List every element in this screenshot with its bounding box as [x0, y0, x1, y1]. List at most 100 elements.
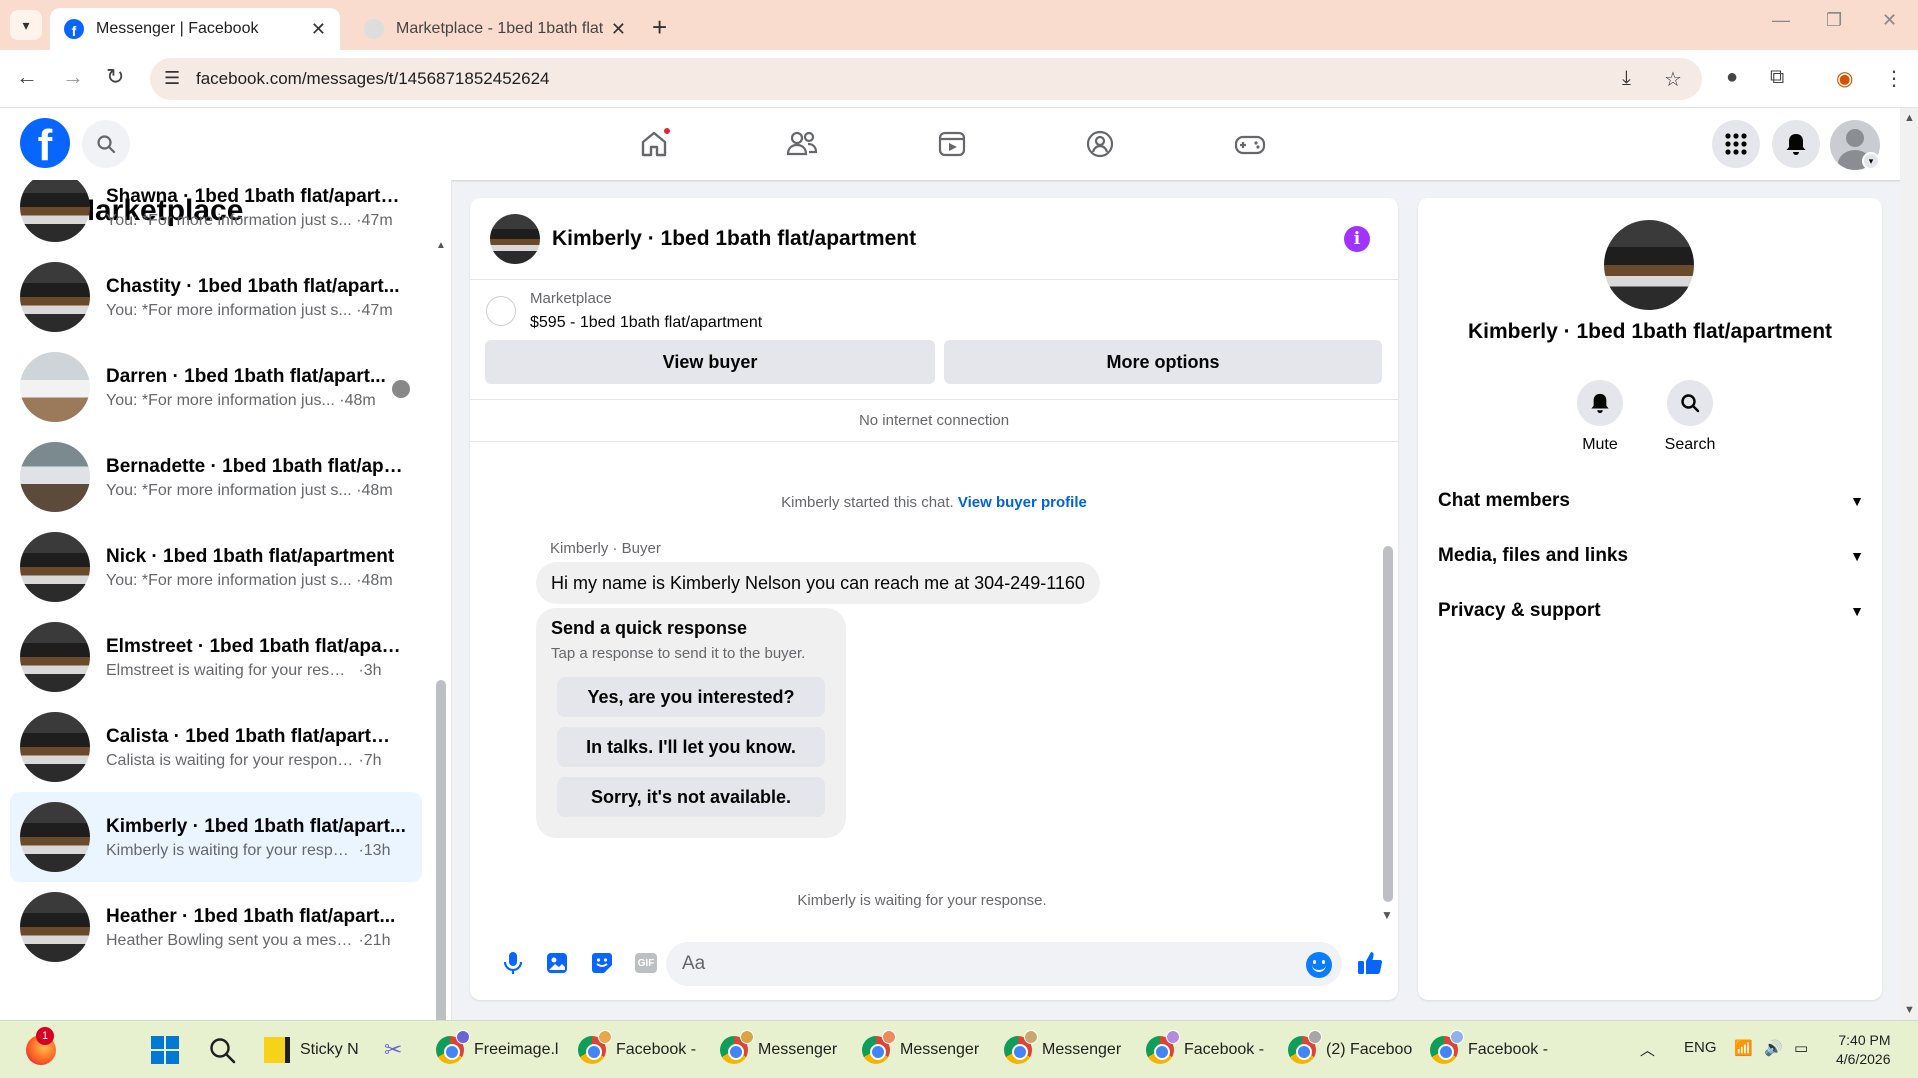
- quick-response-button[interactable]: In talks. I'll let you know.: [557, 727, 825, 767]
- listing-price-title[interactable]: $595 - 1bed 1bath flat/apartment: [530, 314, 762, 332]
- media-files-links-section[interactable]: Media, files and links ▼: [1438, 533, 1864, 579]
- more-options-button[interactable]: More options: [944, 340, 1382, 384]
- scroll-up-icon[interactable]: ▲: [436, 240, 446, 251]
- close-tab-icon[interactable]: ✕: [611, 19, 626, 40]
- chat-members-section[interactable]: Chat members ▼: [1438, 478, 1864, 524]
- taskbar-item-messenger[interactable]: Messenger: [862, 1030, 979, 1069]
- mute-action[interactable]: Mute: [1560, 380, 1640, 454]
- close-tab-icon[interactable]: ✕: [311, 19, 326, 40]
- search-action[interactable]: Search: [1650, 380, 1730, 454]
- taskbar-item-facebook[interactable]: Facebook -: [578, 1030, 696, 1069]
- volume-icon[interactable]: 🔊: [1764, 1039, 1783, 1057]
- chat-avatar[interactable]: [490, 214, 540, 264]
- quick-response-button[interactable]: Sorry, it's not available.: [557, 777, 825, 817]
- taskbar-item-facebook[interactable]: Facebook -: [1430, 1030, 1548, 1069]
- start-button[interactable]: [150, 1031, 180, 1069]
- nav-groups[interactable]: [1080, 126, 1120, 162]
- omnibox[interactable]: ☰ facebook.com/messages/t/14568718524526…: [150, 58, 1702, 100]
- avatar-head: [1846, 129, 1864, 147]
- chrome-icon: [1288, 1030, 1322, 1064]
- taskbar-item-sticky-notes[interactable]: Sticky N: [264, 1031, 359, 1069]
- taskbar-item-facebook[interactable]: Facebook -: [1146, 1030, 1265, 1069]
- emoji-icon[interactable]: [1306, 952, 1332, 978]
- bell-icon: [1786, 134, 1806, 155]
- extensions-puzzle-icon[interactable]: ⧉: [1770, 66, 1784, 89]
- wifi-icon[interactable]: 📶: [1734, 1039, 1753, 1057]
- facebook-logo-icon[interactable]: f: [20, 118, 70, 168]
- search-icon: [210, 1038, 236, 1064]
- taskbar-search-button[interactable]: [208, 1031, 236, 1069]
- conversation-time: ·7h: [358, 752, 382, 769]
- system-clock[interactable]: 7:40 PM 4/6/2026: [1836, 1031, 1891, 1069]
- scroll-up-icon[interactable]: ▲: [1904, 112, 1915, 124]
- nav-friends[interactable]: [782, 126, 822, 162]
- conversation-item[interactable]: Darren · 1bed 1bath flat/apart... You: *…: [10, 342, 422, 432]
- bookmark-star-icon[interactable]: ☆: [1664, 67, 1682, 92]
- nav-home[interactable]: [634, 126, 674, 162]
- nav-video[interactable]: [932, 126, 972, 162]
- view-buyer-profile-link[interactable]: View buyer profile: [958, 494, 1087, 511]
- language-indicator[interactable]: ENG: [1684, 1039, 1717, 1056]
- restore-icon[interactable]: ❐: [1826, 10, 1842, 31]
- taskbar-item-messenger[interactable]: Messenger: [720, 1030, 837, 1069]
- listing-thumbnail: [20, 712, 90, 782]
- install-app-icon[interactable]: ⤓: [1622, 67, 1631, 90]
- scrollbar-thumb[interactable]: [1383, 546, 1393, 902]
- chat-scrollbar[interactable]: ▼: [1380, 446, 1394, 922]
- minimize-icon[interactable]: —: [1772, 10, 1790, 31]
- scroll-down-icon[interactable]: ▼: [1904, 1004, 1915, 1016]
- browser-menu-icon[interactable]: ⋮: [1884, 66, 1904, 91]
- conversation-item[interactable]: Elmstreet · 1bed 1bath flat/apart... Elm…: [10, 612, 422, 702]
- quick-response-button[interactable]: Yes, are you interested?: [557, 677, 825, 717]
- new-tab-button[interactable]: +: [652, 12, 667, 43]
- menu-button[interactable]: [1712, 120, 1760, 168]
- attach-photo-button[interactable]: [542, 948, 572, 978]
- conversation-item[interactable]: Shawna · 1bed 1bath flat/apartm... You: …: [10, 180, 422, 252]
- conversation-item-selected[interactable]: Kimberly · 1bed 1bath flat/apart... Kimb…: [10, 792, 422, 882]
- conversation-item[interactable]: Bernadette · 1bed 1bath flat/apa... You:…: [10, 432, 422, 522]
- gif-button[interactable]: GIF: [631, 948, 661, 978]
- sidebar-scrollbar[interactable]: ▲ ▼: [436, 240, 446, 1020]
- taskbar-label: Facebook -: [1184, 1041, 1265, 1058]
- conversation-item[interactable]: Calista · 1bed 1bath flat/apartme... Cal…: [10, 702, 422, 792]
- chat-title[interactable]: Kimberly · 1bed 1bath flat/apartment: [552, 227, 916, 251]
- nav-gaming[interactable]: [1230, 126, 1270, 162]
- reload-icon[interactable]: ↻: [106, 64, 124, 90]
- privacy-support-section[interactable]: Privacy & support ▼: [1438, 588, 1864, 634]
- site-info-icon[interactable]: ☰: [164, 68, 180, 89]
- scroll-down-icon[interactable]: ▼: [1381, 908, 1393, 922]
- taskbar-item-messenger[interactable]: Messenger: [1004, 1030, 1121, 1069]
- conversation-item[interactable]: Chastity · 1bed 1bath flat/apart... You:…: [10, 252, 422, 342]
- tab-messenger[interactable]: f Messenger | Facebook ✕: [50, 8, 340, 50]
- conversation-item[interactable]: Nick · 1bed 1bath flat/apartment You: *F…: [10, 522, 422, 612]
- back-icon[interactable]: ←: [16, 64, 38, 90]
- info-icon[interactable]: i: [1344, 226, 1370, 252]
- view-buyer-button[interactable]: View buyer: [485, 340, 935, 384]
- page-scrollbar[interactable]: ▲ ▼: [1900, 108, 1918, 1020]
- show-hidden-icons-chevron-icon[interactable]: ︿: [1640, 1039, 1655, 1060]
- sticker-button[interactable]: [587, 948, 617, 978]
- tab-marketplace[interactable]: Marketplace - 1bed 1bath flat/a ✕: [350, 8, 640, 50]
- firefox-app[interactable]: 1: [26, 1027, 56, 1069]
- mute-button[interactable]: [1577, 380, 1623, 426]
- forward-icon[interactable]: →: [62, 64, 84, 90]
- tab-search-button[interactable]: ▾: [10, 10, 42, 40]
- notifications-button[interactable]: [1772, 120, 1820, 168]
- snipping-tool[interactable]: ✂: [384, 1031, 402, 1069]
- profile-icon[interactable]: ◉: [1836, 66, 1853, 91]
- cookie-extension-icon[interactable]: ●: [1726, 66, 1738, 89]
- search-button[interactable]: [82, 120, 130, 168]
- conversation-item[interactable]: Heather · 1bed 1bath flat/apart... Heath…: [10, 882, 422, 972]
- battery-icon[interactable]: ▭: [1794, 1039, 1808, 1057]
- taskbar-item-freeimage[interactable]: Freeimage.l: [436, 1030, 558, 1069]
- account-chevron-down-icon[interactable]: ▾: [1862, 152, 1880, 170]
- message-input[interactable]: [682, 942, 1282, 986]
- taskbar-item-facebook-notifications[interactable]: (2) Faceboo: [1288, 1030, 1412, 1069]
- send-like-button[interactable]: [1355, 948, 1385, 978]
- search-in-chat-button[interactable]: [1667, 380, 1713, 426]
- url-text[interactable]: facebook.com/messages/t/1456871852452624: [196, 69, 549, 89]
- voice-clip-button[interactable]: [498, 948, 528, 978]
- window-close-icon[interactable]: ✕: [1882, 10, 1897, 31]
- scrollbar-thumb[interactable]: [436, 680, 446, 1020]
- grid-menu-icon: [1725, 133, 1747, 155]
